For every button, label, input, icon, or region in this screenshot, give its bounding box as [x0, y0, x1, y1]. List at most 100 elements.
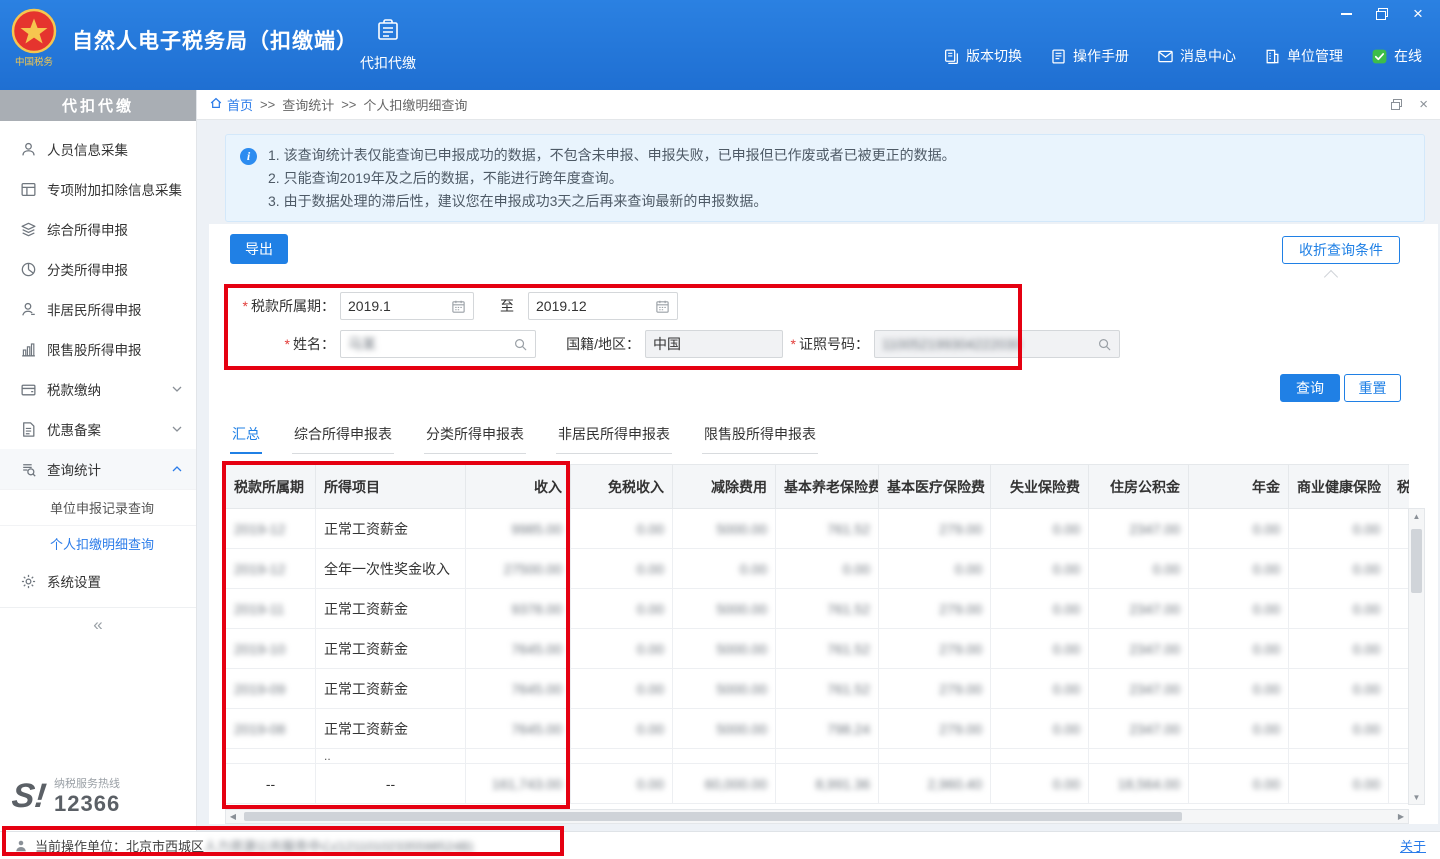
- window-minimize-button[interactable]: [1338, 6, 1354, 22]
- sidebar-item-query-statistics[interactable]: 查询统计: [0, 449, 196, 489]
- sidebar-item-comprehensive-income[interactable]: 综合所得申报: [0, 209, 196, 249]
- horizontal-scrollbar[interactable]: ◀ ▶: [225, 809, 1409, 824]
- column-header: 商业健康保险: [1289, 465, 1389, 509]
- query-panel: 导出 收折查询条件 *税款所属期： 2019.1 至 2019.12 *姓名：: [209, 224, 1438, 824]
- scroll-down-arrow-icon[interactable]: ▼: [1409, 790, 1424, 804]
- sidebar-collapse-button[interactable]: «: [0, 607, 196, 641]
- about-link[interactable]: 关于: [1400, 836, 1426, 855]
- info-icon: i: [240, 148, 257, 165]
- id-number-label: *证照号码：: [769, 330, 869, 358]
- column-header: 税款所属期: [226, 465, 316, 509]
- scroll-left-arrow-icon[interactable]: ◀: [226, 810, 240, 823]
- period-to-input[interactable]: 2019.12: [528, 292, 678, 320]
- horizontal-scroll-thumb[interactable]: [244, 812, 1182, 821]
- search-doc-icon: [20, 461, 37, 478]
- table-row[interactable]: 2019-12全年一次性奖金收入27500.000.000.000.000.00…: [226, 549, 1410, 589]
- tab-comprehensive[interactable]: 综合所得申报表: [292, 418, 394, 454]
- home-icon: [209, 96, 223, 113]
- scroll-up-arrow-icon[interactable]: ▲: [1409, 509, 1424, 523]
- header-menu-unit-management[interactable]: 单位管理: [1264, 46, 1343, 66]
- window-controls: ×: [1338, 6, 1426, 22]
- current-unit-label: 当前操作单位：: [35, 836, 126, 855]
- sidebar-item-restricted-shares[interactable]: 限售股所得申报: [0, 329, 196, 369]
- tax-period-label: *税款所属期：: [219, 292, 335, 320]
- chevron-down-icon: [172, 426, 182, 432]
- collapse-query-button[interactable]: 收折查询条件: [1282, 236, 1400, 264]
- sidebar-item-personnel-info[interactable]: 人员信息采集: [0, 129, 196, 169]
- search-icon[interactable]: [513, 337, 528, 352]
- nationality-label: 国籍/地区：: [548, 330, 640, 358]
- vertical-scrollbar[interactable]: ▲ ▼: [1408, 508, 1425, 805]
- sidebar-subitem-unit-declare-query[interactable]: 单位申报记录查询: [0, 489, 196, 525]
- user-icon: [20, 141, 37, 158]
- breadcrumb-home[interactable]: 首页: [209, 95, 253, 114]
- hotline-number: 12366: [54, 791, 120, 816]
- window-restore-button[interactable]: [1374, 6, 1390, 22]
- calendar-icon[interactable]: [655, 299, 670, 314]
- table-row[interactable]: 2019-12正常工资薪金9985.000.005000.00761.52279…: [226, 509, 1410, 549]
- column-header: 基本养老保险费: [776, 465, 879, 509]
- hotline-label: 纳税服务热线: [54, 775, 120, 791]
- notice-line: 2. 只能查询2019年及之后的数据，不能进行跨年度查询。: [268, 167, 1408, 190]
- page-restore-button[interactable]: [1390, 98, 1403, 111]
- gear-icon: [20, 573, 37, 590]
- table-row[interactable]: 2019-09正常工资薪金7645.000.005000.00761.52279…: [226, 669, 1410, 709]
- current-unit-redacted: 人力资源公共服务中心(12110102335598524B): [204, 836, 473, 855]
- header-menu-manual[interactable]: 操作手册: [1050, 46, 1129, 66]
- tab-restricted[interactable]: 限售股所得申报表: [702, 418, 818, 454]
- app-header: × 中国税务 自然人电子税务局（扣缴端） 代扣代缴 版本切换: [0, 0, 1440, 90]
- sidebar-item-classified-income[interactable]: 分类所得申报: [0, 249, 196, 289]
- breadcrumb-item-current: 个人扣缴明细查询: [363, 95, 467, 114]
- window-close-button[interactable]: ×: [1410, 6, 1426, 22]
- hotline-logo-icon: S!: [10, 777, 48, 816]
- page-window-controls: ×: [1390, 98, 1428, 111]
- notice-box: i 1. 该查询统计表仅能查询已申报成功的数据，不包含未申报、申报失败，已申报但…: [225, 134, 1425, 222]
- table-row[interactable]: ..: [226, 749, 1410, 764]
- brand: 中国税务 自然人电子税务局（扣缴端）: [8, 8, 358, 72]
- notice-lines: 1. 该查询统计表仅能查询已申报成功的数据，不包含未申报、申报失败，已申报但已作…: [268, 144, 1408, 213]
- search-icon[interactable]: [1097, 337, 1112, 352]
- bar-chart-icon: [20, 341, 37, 358]
- header-menu-online-status[interactable]: 在线: [1371, 46, 1422, 66]
- tab-classified[interactable]: 分类所得申报表: [424, 418, 526, 454]
- sidebar-item-nonresident-income[interactable]: 非居民所得申报: [0, 289, 196, 329]
- vertical-scroll-thumb[interactable]: [1411, 529, 1422, 593]
- id-number-value: 110052199304222030: [882, 336, 1093, 352]
- period-from-input[interactable]: 2019.1: [340, 292, 474, 320]
- online-icon: [1371, 48, 1388, 65]
- header-menu-version-switch[interactable]: 版本切换: [943, 46, 1022, 66]
- breadcrumb: 首页 >> 查询统计 >> 个人扣缴明细查询 ×: [197, 90, 1440, 120]
- tab-summary[interactable]: 汇总: [230, 418, 262, 454]
- sidebar-item-preference-filing[interactable]: 优惠备案: [0, 409, 196, 449]
- page-close-button[interactable]: ×: [1419, 98, 1428, 111]
- sidebar: 代扣代缴 人员信息采集专项附加扣除信息采集综合所得申报分类所得申报非居民所得申报…: [0, 90, 197, 831]
- name-input[interactable]: 马某: [340, 330, 536, 358]
- table-row[interactable]: ----161,743.000.0060,000.008,991.362,960…: [226, 764, 1410, 804]
- calendar-icon[interactable]: [451, 299, 466, 314]
- hotline: S! 纳税服务热线 12366: [12, 775, 120, 817]
- export-button[interactable]: 导出: [230, 234, 288, 264]
- breadcrumb-item-query-stats[interactable]: 查询统计: [282, 95, 334, 114]
- table-row[interactable]: 2019-11正常工资薪金9378.000.005000.00761.52279…: [226, 589, 1410, 629]
- table-row[interactable]: 2019-08正常工资薪金7645.000.005000.00798.24279…: [226, 709, 1410, 749]
- scroll-right-arrow-icon[interactable]: ▶: [1394, 810, 1408, 823]
- tab-nonresident[interactable]: 非居民所得申报表: [556, 418, 672, 454]
- status-bar: 当前操作单位：北京市西城区人力资源公共服务中心(1211010233559852…: [0, 831, 1440, 859]
- sidebar-menu: 人员信息采集专项附加扣除信息采集综合所得申报分类所得申报非居民所得申报限售股所得…: [0, 121, 196, 601]
- column-header: 基本医疗保险费: [879, 465, 991, 509]
- sidebar-subitem-personal-detail-query[interactable]: 个人扣缴明细查询: [0, 525, 196, 561]
- tab-withholding[interactable]: 代扣代缴: [346, 0, 430, 90]
- query-button[interactable]: 查询: [1280, 374, 1340, 402]
- reset-button[interactable]: 重置: [1344, 374, 1401, 402]
- sidebar-item-system-settings[interactable]: 系统设置: [0, 561, 196, 601]
- column-header: 税: [1389, 465, 1410, 509]
- sidebar-item-tax-payment[interactable]: 税款缴纳: [0, 369, 196, 409]
- sidebar-item-special-deduction[interactable]: 专项附加扣除信息采集: [0, 169, 196, 209]
- id-number-input[interactable]: 110052199304222030: [874, 330, 1120, 358]
- header-menu-message-center[interactable]: 消息中心: [1157, 46, 1236, 66]
- table-row[interactable]: 2019-10正常工资薪金7645.000.005000.00761.52279…: [226, 629, 1410, 669]
- app-title: 自然人电子税务局（扣缴端）: [72, 25, 358, 55]
- manual-icon: [1050, 48, 1067, 65]
- nationality-input[interactable]: 中国: [645, 330, 783, 358]
- main-content: 首页 >> 查询统计 >> 个人扣缴明细查询 × i 1. 该查询统计表仅能查询…: [197, 90, 1440, 831]
